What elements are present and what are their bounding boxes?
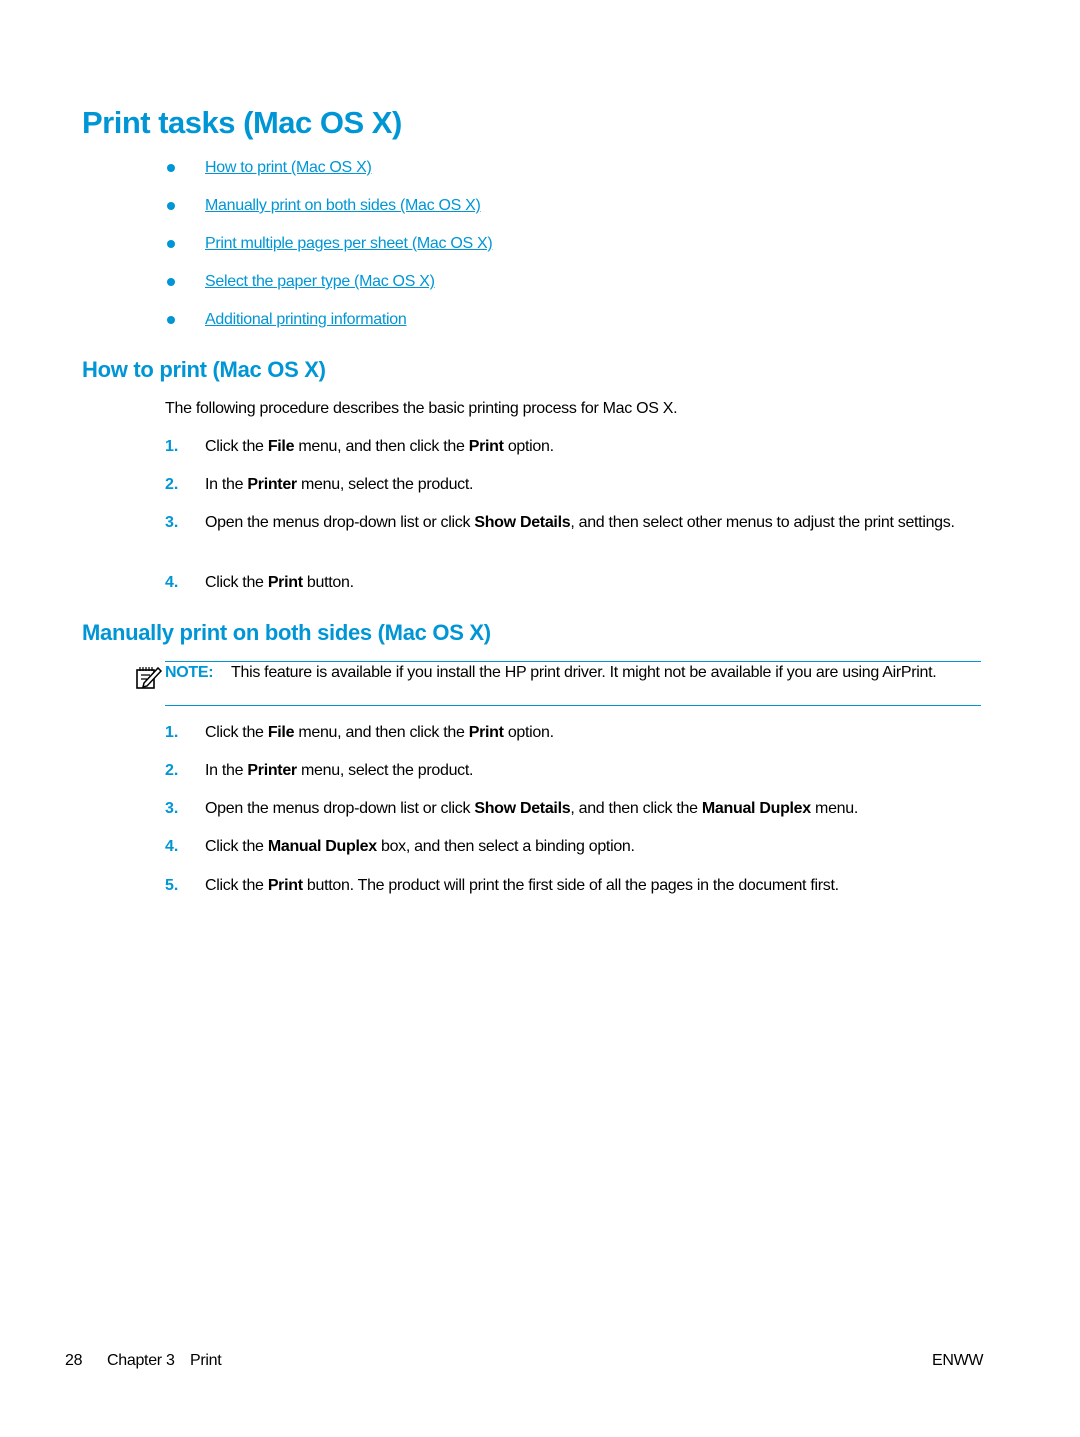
step-text-run: Click the	[205, 724, 268, 741]
ui-term: Printer	[247, 476, 297, 493]
bullet-icon	[167, 164, 175, 172]
step-text: Click the Print button. The product will…	[205, 875, 980, 897]
step-number: 2.	[165, 476, 179, 493]
note-text: This feature is available if you install…	[231, 664, 937, 681]
step-number: 3.	[165, 800, 179, 817]
step-text-run: button.	[302, 574, 354, 591]
footer-page-number: 28	[65, 1352, 83, 1369]
step-text: Open the menus drop-down list or click S…	[205, 512, 980, 534]
toc-link-additional-info[interactable]: Additional printing information	[205, 309, 407, 331]
toc-link-paper-type[interactable]: Select the paper type (Mac OS X)	[205, 271, 435, 293]
ui-term: Show Details	[474, 800, 571, 817]
ui-term: Show Details	[474, 514, 571, 531]
ui-term: Print	[267, 877, 303, 894]
step-number: 3.	[165, 514, 179, 531]
step-text: Click the Manual Duplex box, and then se…	[205, 836, 980, 858]
step-number: 5.	[165, 877, 179, 894]
step-text: Click the Print button.	[205, 572, 980, 594]
bullet-icon	[167, 202, 175, 210]
section-heading-how-to-print: How to print (Mac OS X)	[82, 357, 326, 382]
step-text: In the Printer menu, select the product.	[205, 760, 980, 782]
bullet-icon	[167, 240, 175, 248]
footer-chapter: Chapter 3	[107, 1352, 175, 1369]
step-text-run: Click the	[205, 574, 268, 591]
step-text: In the Printer menu, select the product.	[205, 474, 980, 496]
toc-link-how-to-print[interactable]: How to print (Mac OS X)	[205, 157, 372, 179]
step-text-run: box, and then select a binding option.	[376, 838, 635, 855]
step-text: Click the File menu, and then click the …	[205, 722, 980, 744]
step-text-run: menu, select the product.	[296, 762, 474, 779]
step-number: 4.	[165, 574, 179, 591]
step-text-run: Click the	[205, 438, 268, 455]
step-text: Click the File menu, and then click the …	[205, 436, 980, 458]
step-text-run: menu.	[810, 800, 859, 817]
note-rule-bottom	[165, 705, 981, 706]
note-box: NOTE: This feature is available if you i…	[135, 661, 981, 706]
step-text-run: In the	[205, 762, 248, 779]
step-text-run: Open the menus drop-down list or click	[205, 514, 475, 531]
step-text-run: button. The product will print the first…	[302, 877, 839, 894]
note-pencil-icon	[136, 666, 163, 689]
step-text-run: menu, and then click the	[294, 724, 469, 741]
step-text-run: , and then select other menus to adjust …	[570, 514, 955, 531]
step-number: 1.	[165, 724, 179, 741]
step-text-run: In the	[205, 476, 248, 493]
bullet-icon	[167, 278, 175, 286]
step-text: Open the menus drop-down list or click S…	[205, 798, 980, 820]
step-text-run: option.	[503, 438, 554, 455]
ui-term: Print	[468, 438, 504, 455]
step-text-run: menu, select the product.	[296, 476, 474, 493]
step-text-run: Click the	[205, 877, 268, 894]
step-text-run: option.	[503, 724, 554, 741]
toc-link-manual-duplex[interactable]: Manually print on both sides (Mac OS X)	[205, 195, 481, 217]
footer-locale: ENWW	[932, 1352, 984, 1369]
step-text-run: Open the menus drop-down list or click	[205, 800, 475, 817]
bullet-icon	[167, 316, 175, 324]
ui-term: Manual Duplex	[267, 838, 377, 855]
ui-term: Print	[468, 724, 504, 741]
step-number: 4.	[165, 838, 179, 855]
step-text-run: Click the	[205, 838, 268, 855]
step-number: 1.	[165, 438, 179, 455]
ui-term: File	[267, 438, 295, 455]
ui-term: Printer	[247, 762, 297, 779]
footer-chapter-title: Print	[190, 1352, 222, 1369]
intro-paragraph: The following procedure describes the ba…	[165, 400, 678, 417]
step-text-run: menu, and then click the	[294, 438, 469, 455]
step-text-run: , and then click the	[570, 800, 702, 817]
toc-link-multiple-pages[interactable]: Print multiple pages per sheet (Mac OS X…	[205, 233, 493, 255]
page-title: Print tasks (Mac OS X)	[82, 105, 402, 140]
ui-term: Manual Duplex	[701, 800, 811, 817]
ui-term: Print	[267, 574, 303, 591]
section-heading-manual-duplex: Manually print on both sides (Mac OS X)	[82, 620, 491, 645]
step-number: 2.	[165, 762, 179, 779]
ui-term: File	[267, 724, 295, 741]
